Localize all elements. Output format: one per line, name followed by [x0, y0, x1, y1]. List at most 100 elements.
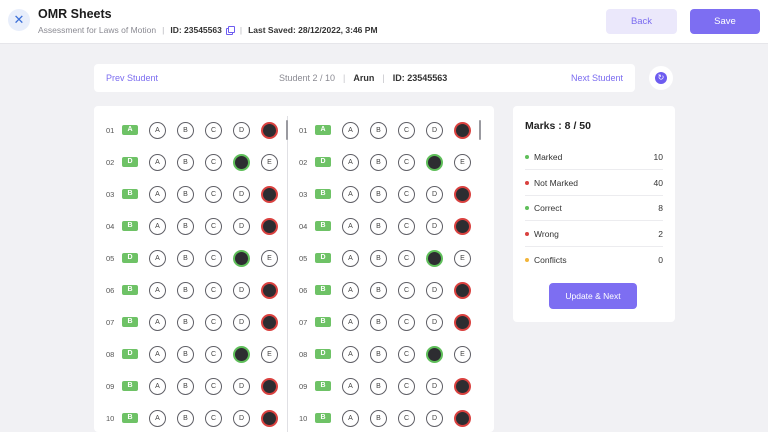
option-bubble-c[interactable]: C [205, 217, 222, 235]
option-bubble-a[interactable]: A [342, 281, 359, 299]
option-bubble-a[interactable]: A [149, 185, 166, 203]
option-bubble-e[interactable]: E [454, 153, 471, 171]
marked-bubble-d[interactable] [426, 345, 443, 363]
marked-bubble-e[interactable] [454, 217, 471, 235]
option-bubble-b[interactable]: B [177, 249, 194, 267]
option-bubble-a[interactable]: A [342, 345, 359, 363]
option-bubble-c[interactable]: C [398, 153, 415, 171]
option-bubble-b[interactable]: B [370, 185, 387, 203]
option-bubble-c[interactable]: C [398, 217, 415, 235]
marked-bubble-e[interactable] [261, 377, 278, 395]
option-bubble-d[interactable]: D [233, 217, 250, 235]
option-bubble-e[interactable]: E [261, 153, 278, 171]
option-bubble-a[interactable]: A [149, 217, 166, 235]
option-bubble-b[interactable]: B [370, 249, 387, 267]
update-next-button[interactable]: Update & Next [549, 283, 637, 309]
marked-bubble-e[interactable] [454, 313, 471, 331]
marked-bubble-d[interactable] [233, 249, 250, 267]
option-bubble-c[interactable]: C [205, 377, 222, 395]
scan-button[interactable]: ↻ [649, 66, 673, 90]
save-button[interactable]: Save [690, 9, 760, 34]
option-bubble-c[interactable]: C [398, 345, 415, 363]
option-bubble-b[interactable]: B [177, 281, 194, 299]
marked-bubble-e[interactable] [454, 281, 471, 299]
option-bubble-d[interactable]: D [426, 121, 443, 139]
option-bubble-b[interactable]: B [370, 409, 387, 427]
option-bubble-a[interactable]: A [149, 409, 166, 427]
marked-bubble-e[interactable] [261, 313, 278, 331]
option-bubble-a[interactable]: A [149, 249, 166, 267]
option-bubble-a[interactable]: A [149, 345, 166, 363]
marked-bubble-e[interactable] [261, 121, 278, 139]
option-bubble-c[interactable]: C [398, 281, 415, 299]
option-bubble-d[interactable]: D [233, 121, 250, 139]
option-bubble-b[interactable]: B [177, 217, 194, 235]
option-bubble-a[interactable]: A [149, 377, 166, 395]
option-bubble-b[interactable]: B [370, 345, 387, 363]
option-bubble-a[interactable]: A [149, 153, 166, 171]
option-bubble-a[interactable]: A [342, 377, 359, 395]
option-bubble-c[interactable]: C [398, 313, 415, 331]
option-bubble-e[interactable]: E [261, 345, 278, 363]
option-bubble-b[interactable]: B [177, 185, 194, 203]
option-bubble-c[interactable]: C [205, 345, 222, 363]
option-bubble-c[interactable]: C [398, 249, 415, 267]
marked-bubble-e[interactable] [261, 281, 278, 299]
option-bubble-b[interactable]: B [370, 281, 387, 299]
option-bubble-c[interactable]: C [398, 409, 415, 427]
option-bubble-e[interactable]: E [454, 249, 471, 267]
option-bubble-d[interactable]: D [426, 313, 443, 331]
option-bubble-d[interactable]: D [426, 217, 443, 235]
close-icon[interactable]: ✕ [8, 9, 30, 31]
marked-bubble-d[interactable] [426, 249, 443, 267]
back-button[interactable]: Back [606, 9, 677, 34]
option-bubble-a[interactable]: A [342, 185, 359, 203]
option-bubble-d[interactable]: D [426, 377, 443, 395]
marked-bubble-e[interactable] [261, 185, 278, 203]
option-bubble-c[interactable]: C [398, 377, 415, 395]
option-bubble-b[interactable]: B [177, 377, 194, 395]
option-bubble-d[interactable]: D [233, 409, 250, 427]
option-bubble-d[interactable]: D [426, 409, 443, 427]
option-bubble-a[interactable]: A [342, 249, 359, 267]
marked-bubble-d[interactable] [233, 345, 250, 363]
option-bubble-a[interactable]: A [342, 121, 359, 139]
option-bubble-c[interactable]: C [205, 281, 222, 299]
option-bubble-b[interactable]: B [177, 313, 194, 331]
option-bubble-e[interactable]: E [454, 345, 471, 363]
option-bubble-a[interactable]: A [342, 409, 359, 427]
option-bubble-d[interactable]: D [233, 281, 250, 299]
option-bubble-d[interactable]: D [233, 313, 250, 331]
marked-bubble-d[interactable] [426, 153, 443, 171]
prev-student-button[interactable]: Prev Student [106, 73, 158, 83]
option-bubble-d[interactable]: D [426, 185, 443, 203]
option-bubble-b[interactable]: B [370, 121, 387, 139]
option-bubble-a[interactable]: A [342, 153, 359, 171]
marked-bubble-e[interactable] [454, 185, 471, 203]
option-bubble-a[interactable]: A [342, 313, 359, 331]
option-bubble-c[interactable]: C [205, 153, 222, 171]
option-bubble-b[interactable]: B [370, 313, 387, 331]
copy-icon[interactable] [225, 26, 235, 35]
option-bubble-b[interactable]: B [370, 217, 387, 235]
marked-bubble-e[interactable] [454, 409, 471, 427]
option-bubble-b[interactable]: B [177, 121, 194, 139]
option-bubble-c[interactable]: C [205, 313, 222, 331]
option-bubble-a[interactable]: A [149, 313, 166, 331]
option-bubble-b[interactable]: B [177, 345, 194, 363]
option-bubble-c[interactable]: C [205, 409, 222, 427]
marked-bubble-e[interactable] [261, 217, 278, 235]
option-bubble-a[interactable]: A [149, 121, 166, 139]
marked-bubble-e[interactable] [261, 409, 278, 427]
option-bubble-d[interactable]: D [233, 185, 250, 203]
option-bubble-c[interactable]: C [398, 185, 415, 203]
next-student-button[interactable]: Next Student [571, 73, 623, 83]
option-bubble-c[interactable]: C [205, 249, 222, 267]
option-bubble-b[interactable]: B [177, 153, 194, 171]
option-bubble-d[interactable]: D [233, 377, 250, 395]
marked-bubble-e[interactable] [454, 121, 471, 139]
marked-bubble-e[interactable] [454, 377, 471, 395]
option-bubble-c[interactable]: C [205, 121, 222, 139]
option-bubble-c[interactable]: C [398, 121, 415, 139]
option-bubble-b[interactable]: B [370, 153, 387, 171]
